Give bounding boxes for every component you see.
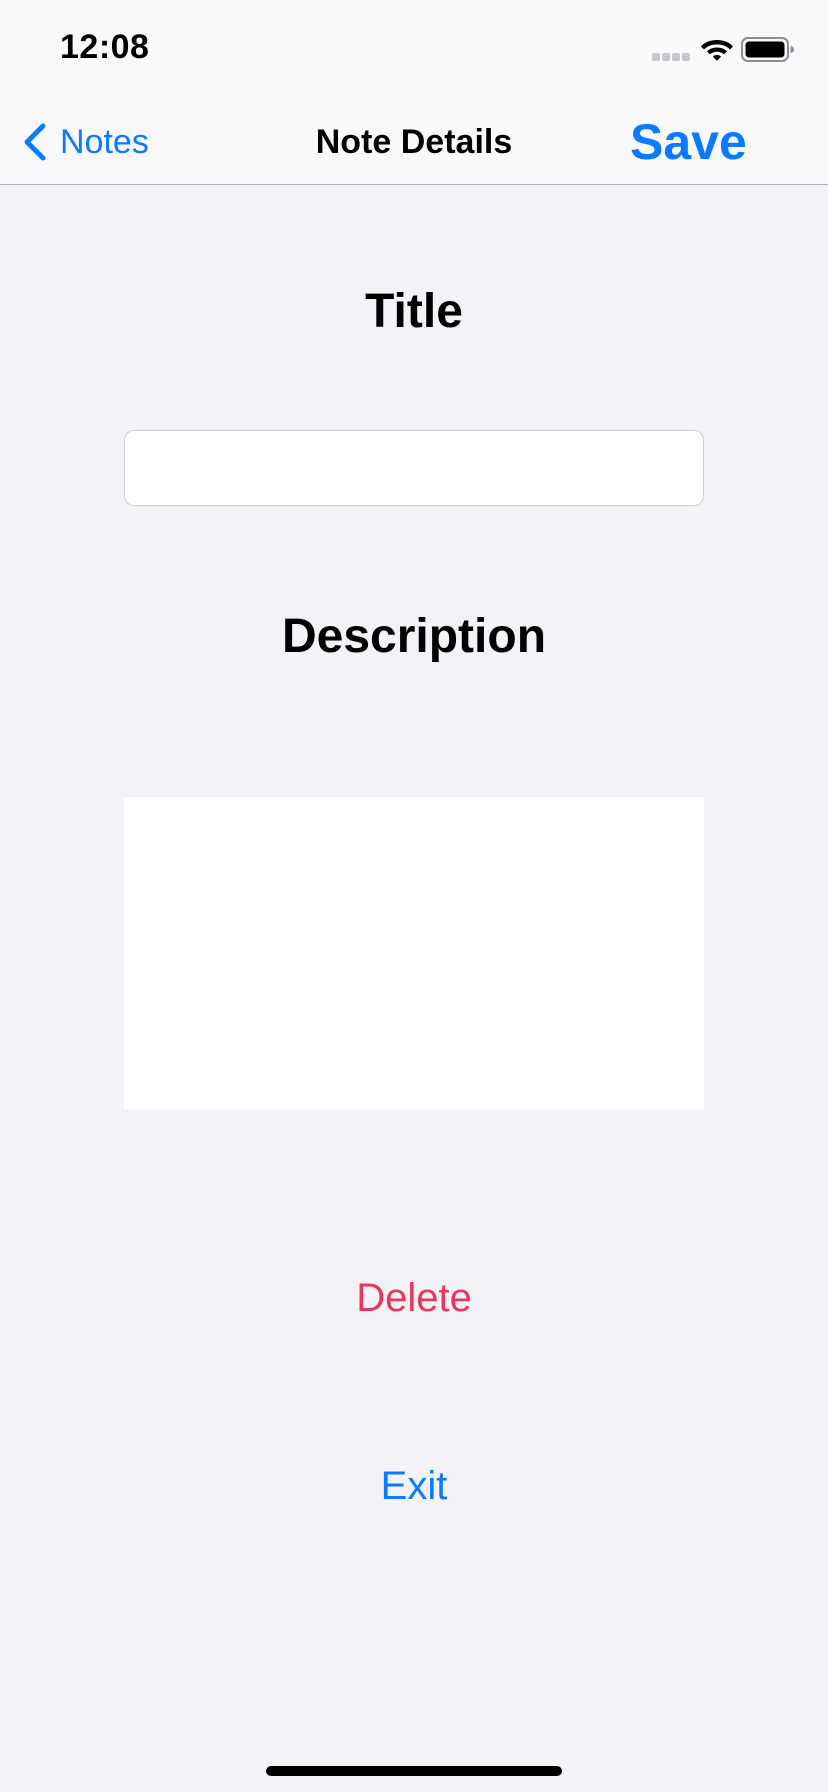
title-heading: Title <box>365 285 463 338</box>
description-input[interactable] <box>124 797 704 1109</box>
wifi-icon <box>701 40 733 61</box>
description-heading: Description <box>281 610 547 663</box>
navigation-bar: Notes Note Details Save <box>0 100 828 185</box>
signal-dots-icon <box>652 53 692 62</box>
battery-icon <box>741 37 794 62</box>
status-time: 12:08 <box>60 28 150 66</box>
save-button[interactable]: Save <box>630 112 747 172</box>
delete-button[interactable]: Delete <box>0 1270 828 1326</box>
home-indicator[interactable] <box>266 1766 562 1776</box>
status-bar: 12:08 <box>0 0 828 100</box>
exit-button[interactable]: Exit <box>0 1458 828 1514</box>
title-input[interactable] <box>124 430 704 506</box>
